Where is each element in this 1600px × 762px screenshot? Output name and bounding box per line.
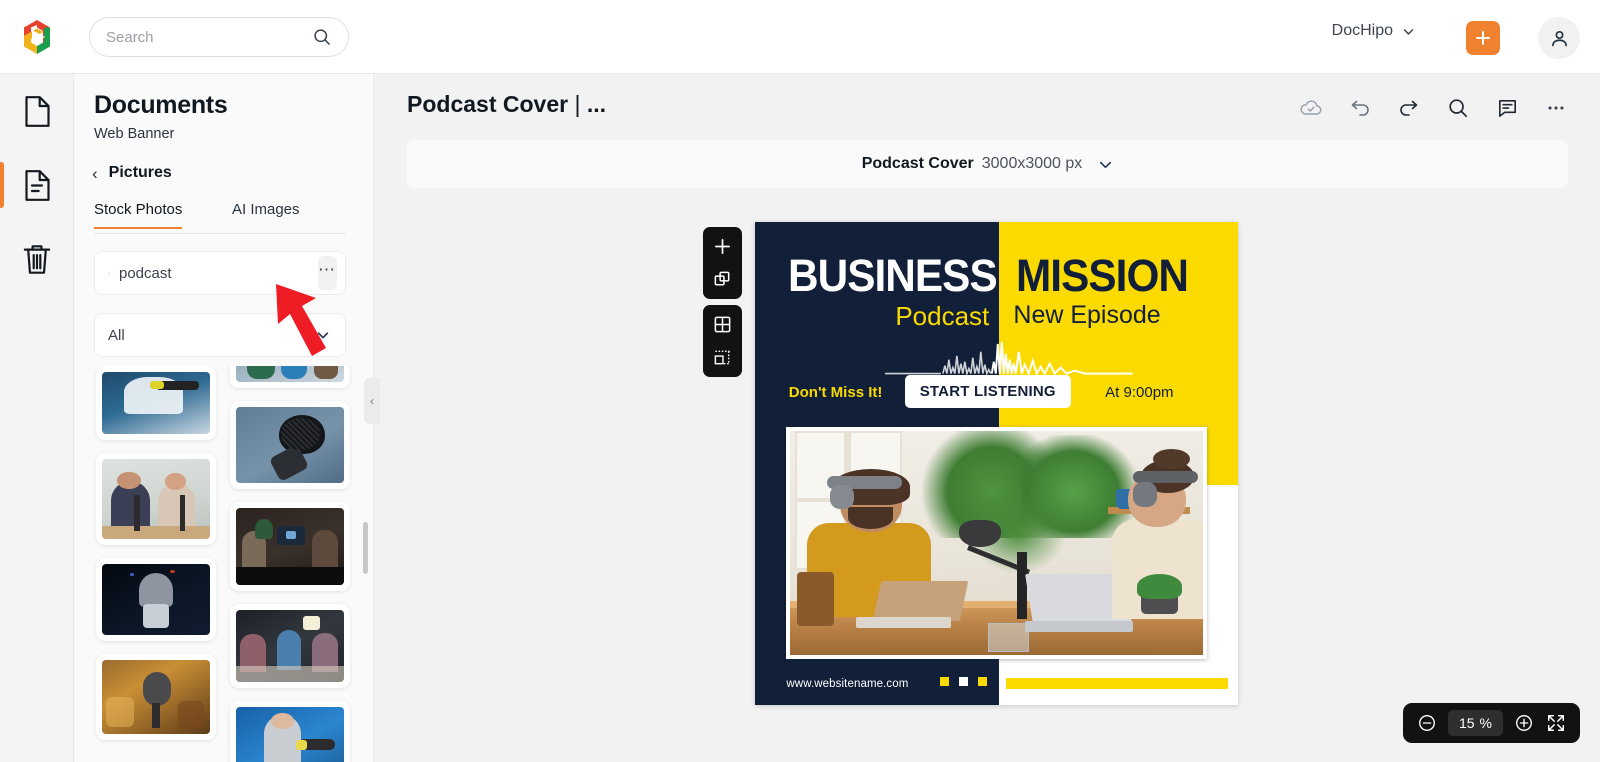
doc-title-text: Podcast Cover <box>407 91 569 117</box>
brand-label: DocHipo <box>1331 22 1393 39</box>
stock-search-box[interactable]: ⋯ <box>94 251 346 295</box>
design-swatch-yellow-1 <box>939 677 949 687</box>
design-time: At 9:00pm <box>1105 384 1174 402</box>
results-column-right <box>230 366 350 762</box>
add-page-icon[interactable] <box>712 236 733 257</box>
user-avatar-button[interactable] <box>1538 17 1580 59</box>
design-swatch-white <box>958 677 968 687</box>
zoom-value: 15 <box>1458 715 1475 731</box>
zoom-out-button[interactable] <box>1416 712 1438 734</box>
stock-photo-item[interactable] <box>230 366 350 388</box>
editor-area: Podcast Cover | ... Podcast Cover 3000x3… <box>374 74 1600 762</box>
brand-selector[interactable]: DocHipo <box>1332 22 1415 40</box>
canvas-size-name: Podcast Cover <box>861 155 974 172</box>
design-swatch-yellow-2 <box>978 677 988 687</box>
zoom-unit: % <box>1479 715 1492 731</box>
redo-icon[interactable] <box>1397 96 1421 120</box>
crop-selection-icon[interactable] <box>712 347 733 368</box>
design-cta-button: START LISTENING <box>904 374 1071 408</box>
tab-stock-photos[interactable]: Stock Photos <box>94 201 183 229</box>
tab-ai-images[interactable]: AI Images <box>232 201 300 227</box>
doc-title-ellipsis: ... <box>586 91 606 117</box>
design-subtitle-left: Podcast <box>895 300 990 331</box>
zoom-control: 15 % <box>1402 703 1580 743</box>
stock-photo-results[interactable] <box>92 366 360 762</box>
chevron-left-icon: ‹ <box>92 163 98 183</box>
global-search-input[interactable] <box>106 28 312 46</box>
fullscreen-icon[interactable] <box>1545 712 1567 734</box>
design-subtitle-right: New Episode <box>1013 300 1161 329</box>
doc-title-separator: | <box>574 91 581 117</box>
create-new-button[interactable] <box>1466 21 1500 55</box>
design-canvas[interactable]: BUSINESS MISSION Podcast New Episode Don… <box>755 222 1238 705</box>
plus-icon <box>1476 31 1490 45</box>
comment-icon[interactable] <box>1495 96 1519 120</box>
search-icon <box>314 29 330 45</box>
page-title[interactable]: Podcast Cover | ... <box>407 91 606 118</box>
stock-photo-item[interactable] <box>96 453 216 545</box>
dochipo-logo[interactable] <box>16 16 58 58</box>
back-to-pictures[interactable]: ‹ Pictures <box>92 164 172 182</box>
canvas-size-dimensions: 3000x3000 px <box>981 155 1083 172</box>
design-tagline: Don't Miss It! <box>788 384 883 402</box>
zoom-level-display[interactable]: 15 % <box>1447 710 1503 736</box>
stock-photo-item[interactable] <box>230 604 350 688</box>
chevron-down-icon <box>1403 28 1414 35</box>
stock-photo-item[interactable] <box>230 401 350 489</box>
rail-item-documents[interactable] <box>0 148 74 222</box>
stock-photo-item[interactable] <box>230 701 350 762</box>
panel-scrollbar[interactable] <box>363 522 368 574</box>
page-add-toolbar <box>703 227 742 299</box>
stock-photo-item[interactable] <box>230 502 350 591</box>
search-icon[interactable] <box>1446 96 1470 120</box>
zoom-in-button[interactable] <box>1513 712 1535 734</box>
design-website-url: www.websitename.com <box>786 677 909 690</box>
rail-item-trash[interactable] <box>0 222 74 296</box>
collapse-panel-handle[interactable]: ‹ <box>364 378 380 424</box>
chevron-down-icon[interactable] <box>1098 157 1113 172</box>
search-icon <box>108 272 110 274</box>
orientation-filter-select[interactable]: All <box>94 313 346 357</box>
page-view-toolbar <box>703 305 742 377</box>
panel-subtitle: Web Banner <box>94 126 175 142</box>
rail-item-templates[interactable] <box>0 74 74 148</box>
grid-view-icon[interactable] <box>712 314 733 335</box>
panel-tabs: Stock Photos AI Images <box>94 201 346 234</box>
global-search-box[interactable] <box>89 17 349 57</box>
stock-photo-item[interactable] <box>96 558 216 641</box>
user-icon <box>1551 30 1567 46</box>
search-options-button[interactable]: ⋯ <box>318 256 337 290</box>
blank-document-icon <box>24 95 50 127</box>
chevron-down-icon <box>317 332 329 339</box>
back-label: Pictures <box>108 164 172 181</box>
editor-toolbar <box>1299 96 1568 120</box>
panel-title: Documents <box>94 91 228 119</box>
top-bar: DocHipo <box>0 0 1600 74</box>
undo-icon[interactable] <box>1348 96 1372 120</box>
cloud-saved-icon[interactable] <box>1299 96 1323 120</box>
filter-value: All <box>108 326 125 344</box>
design-title-left: BUSINESS <box>787 250 998 301</box>
design-title-right: MISSION <box>1015 250 1189 301</box>
design-photo <box>786 426 1207 659</box>
stock-photo-item[interactable] <box>96 366 216 440</box>
left-icon-rail <box>0 74 74 762</box>
design-yellow-bar <box>1006 678 1229 690</box>
results-column-left <box>96 366 216 753</box>
more-icon[interactable] <box>1544 96 1568 120</box>
stock-search-input[interactable] <box>119 264 318 282</box>
documents-panel: Documents Web Banner ‹ Pictures Stock Ph… <box>74 74 374 762</box>
stock-photo-item[interactable] <box>96 654 216 740</box>
document-lines-icon <box>24 169 50 201</box>
trash-icon <box>23 244 51 274</box>
duplicate-page-icon[interactable] <box>712 269 733 290</box>
canvas-size-bar[interactable]: Podcast Cover 3000x3000 px <box>407 140 1568 188</box>
